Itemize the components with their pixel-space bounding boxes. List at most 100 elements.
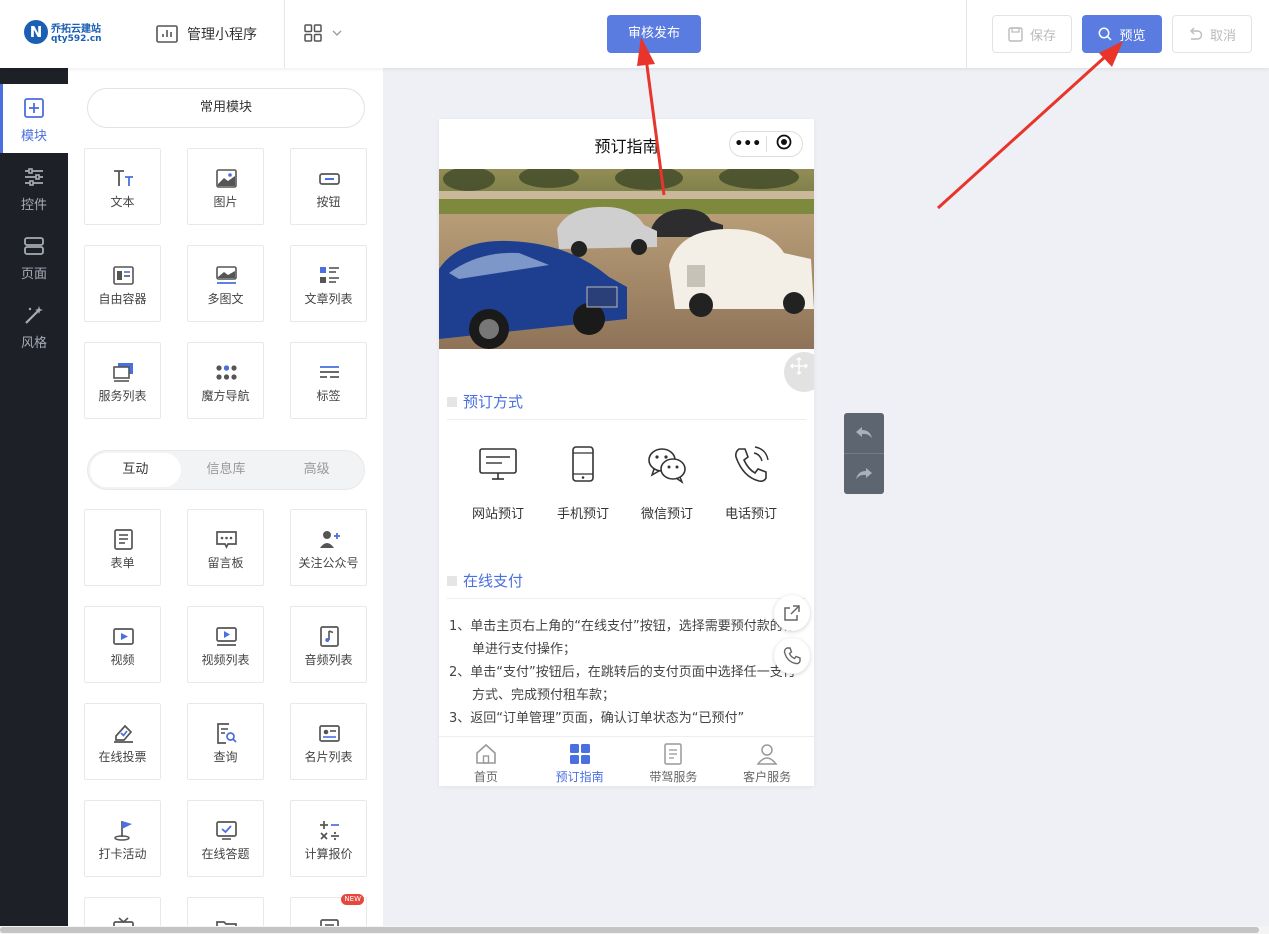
module-label: 关注公众号	[298, 556, 359, 570]
drag-move-handle[interactable]	[784, 352, 814, 392]
nav-label: 控件	[20, 198, 47, 213]
tab-interactive[interactable]: 互动	[90, 453, 181, 487]
home-icon	[476, 743, 496, 764]
button-icon	[319, 173, 340, 185]
module-card-list[interactable]: 名片列表	[290, 703, 367, 780]
module-form[interactable]: 表单	[84, 509, 161, 586]
tab-advanced[interactable]: 高级	[271, 453, 362, 487]
tab-customer-service[interactable]: 客户服务	[720, 737, 814, 786]
nav-pages[interactable]: 页面	[0, 222, 68, 291]
module-tag[interactable]: 标签	[290, 342, 367, 419]
more-icon[interactable]: •••	[730, 136, 766, 152]
booking-phone-call[interactable]: 电话预订	[709, 445, 793, 522]
module-label: 文本	[110, 195, 135, 209]
module-online-vote[interactable]: 在线投票	[84, 703, 161, 780]
banner-image[interactable]	[439, 169, 814, 349]
section-title-pay: 在线支付	[447, 570, 523, 591]
undo-button[interactable]	[844, 413, 884, 453]
module-query[interactable]: 查询	[187, 703, 264, 780]
module-label: 按钮	[316, 195, 341, 209]
phone-tab-bar: 首页 预订指南 带驾服务 客户服务	[439, 736, 814, 786]
nav-controls[interactable]: 控件	[0, 153, 68, 222]
section-pay-label: 在线支付	[463, 572, 524, 590]
divider	[284, 0, 285, 68]
module-video[interactable]: 视频	[84, 606, 161, 683]
image-icon	[216, 169, 237, 188]
user-icon	[756, 744, 778, 765]
telephone-icon	[735, 446, 769, 482]
module-service-list[interactable]: 服务列表	[84, 342, 161, 419]
common-modules-header[interactable]: 常用模块	[87, 88, 365, 128]
module-calculator[interactable]: 计算报价	[290, 800, 367, 877]
review-publish-button[interactable]: 审核发布	[607, 15, 701, 53]
divider	[966, 0, 967, 68]
tag-icon	[320, 366, 339, 378]
preview-button[interactable]: 预览	[1082, 15, 1162, 53]
module-label: 服务列表	[98, 389, 147, 403]
module-video-list[interactable]: 视频列表	[187, 606, 264, 683]
scrollbar-thumb[interactable]	[0, 927, 1259, 933]
preview-label: 预览	[1119, 28, 1146, 44]
module-check-in[interactable]: 打卡活动	[84, 800, 161, 877]
call-float-button[interactable]	[774, 638, 810, 674]
left-nav: 模块 控件 页面 风格	[0, 68, 68, 934]
module-cube-nav[interactable]: 魔方导航	[187, 342, 264, 419]
top-bar: N 乔拓云建站 qty592.cn 管理小程序 审核发布 保存 预览 取消	[0, 0, 1269, 68]
chevron-down-icon	[332, 30, 342, 36]
save-button[interactable]: 保存	[992, 15, 1072, 53]
cancel-label: 取消	[1209, 28, 1236, 44]
phone-preview: 预订指南 ••• 预订方式 网站预订 手机预订 微信预订 电话预订 在线支付 1…	[439, 119, 814, 786]
section-booking-label: 预订方式	[463, 393, 524, 411]
manage-miniprogram-link[interactable]: 管理小程序	[156, 22, 257, 46]
cancel-button[interactable]: 取消	[1172, 15, 1252, 53]
share-float-button[interactable]	[774, 595, 810, 631]
text-icon	[114, 170, 133, 186]
phone-icon	[783, 647, 801, 665]
horizontal-scrollbar[interactable]	[0, 926, 1269, 934]
module-follow-account[interactable]: 关注公众号	[290, 509, 367, 586]
booking-wechat[interactable]: 微信预订	[625, 445, 709, 522]
booking-mobile[interactable]: 手机预订	[541, 445, 625, 522]
nav-label: 风格	[20, 336, 47, 351]
module-label: 魔方导航	[201, 389, 250, 403]
nav-modules[interactable]: 模块	[0, 84, 68, 153]
calculator-icon	[320, 821, 339, 841]
module-quiz[interactable]: 在线答题	[187, 800, 264, 877]
close-target-icon[interactable]	[767, 134, 803, 154]
tab-chauffeur-service[interactable]: 带驾服务	[627, 737, 721, 786]
monitor-icon	[479, 448, 517, 480]
app-switcher[interactable]	[304, 24, 342, 42]
module-audio-list[interactable]: 音频列表	[290, 606, 367, 683]
magic-wand-icon	[25, 306, 43, 324]
module-image[interactable]: 图片	[187, 148, 264, 225]
module-button[interactable]: 按钮	[290, 148, 367, 225]
capsule-menu[interactable]: •••	[729, 131, 803, 157]
undo-icon	[1189, 27, 1203, 40]
module-category-tabs: 互动 信息库 高级	[87, 450, 365, 490]
document-icon	[664, 743, 683, 765]
save-icon	[1008, 26, 1023, 42]
tab-info-library[interactable]: 信息库	[181, 453, 272, 487]
module-text[interactable]: 文本	[84, 148, 161, 225]
module-free-container[interactable]: 自由容器	[84, 245, 161, 322]
module-label: 标签	[316, 389, 341, 403]
module-article-list[interactable]: 文章列表	[290, 245, 367, 322]
nav-style[interactable]: 风格	[0, 291, 68, 360]
module-multi-image-text[interactable]: 多图文	[187, 245, 264, 322]
brand-logo[interactable]: N 乔拓云建站 qty592.cn	[24, 18, 134, 50]
container-icon	[113, 266, 134, 285]
save-label: 保存	[1029, 28, 1056, 44]
redo-button[interactable]	[844, 454, 884, 494]
service-list-icon	[113, 363, 133, 382]
module-label: 打卡活动	[98, 847, 147, 861]
booking-website[interactable]: 网站预订	[456, 445, 540, 522]
apps-grid-icon	[304, 24, 322, 42]
tab-home[interactable]: 首页	[439, 737, 533, 786]
section-marker	[447, 396, 457, 407]
booking-method-label: 网站预订	[471, 507, 524, 522]
bar-chart-icon	[156, 25, 178, 43]
booking-method-label: 电话预订	[724, 507, 777, 522]
check-in-flag-icon	[114, 821, 132, 841]
tab-booking-guide[interactable]: 预订指南	[533, 737, 627, 786]
module-message-board[interactable]: 留言板	[187, 509, 264, 586]
